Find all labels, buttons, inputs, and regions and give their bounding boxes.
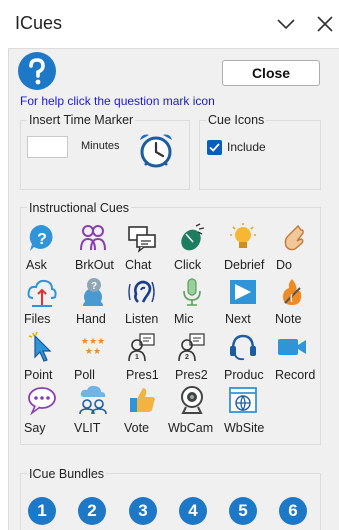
cue-label-produc: Produc: [224, 368, 264, 382]
checkmark-icon: [209, 143, 220, 152]
raise-hand-icon[interactable]: ?: [77, 276, 109, 308]
poll-stars-icon[interactable]: ★★★ ★★: [77, 331, 109, 363]
files-icon[interactable]: [26, 276, 58, 308]
vlit-icon[interactable]: [77, 384, 109, 416]
window-title: ICues: [15, 13, 63, 33]
cue-label-ask: Ask: [26, 258, 47, 272]
next-icon[interactable]: [227, 276, 259, 308]
bundle-4-button[interactable]: 4: [179, 497, 207, 525]
cue-label-wbsite: WbSite: [224, 421, 265, 435]
cue-label-chat: Chat: [125, 258, 152, 272]
svg-text:2: 2: [185, 354, 189, 361]
icue-bundles-group: [20, 473, 321, 530]
close-button[interactable]: Close: [222, 60, 320, 86]
cue-label-note: Note: [275, 312, 302, 326]
cue-label-listen: Listen: [125, 312, 159, 326]
cue-label-click: Click: [174, 258, 202, 272]
note-icon[interactable]: [276, 276, 308, 308]
ask-icon[interactable]: ?: [26, 222, 58, 254]
bundle-1-button[interactable]: 1: [28, 497, 56, 525]
cue-label-pres2: Pres2: [175, 368, 208, 382]
svg-text:?: ?: [91, 281, 97, 292]
cue-label-wbcam: WbCam: [168, 421, 214, 435]
svg-text:★★: ★★: [85, 347, 101, 357]
hand-pointing-icon[interactable]: [276, 222, 308, 254]
cue-label-next: Next: [225, 312, 251, 326]
chevron-down-icon[interactable]: [276, 14, 296, 34]
website-icon[interactable]: [227, 384, 259, 416]
presenter-2-icon[interactable]: 2: [176, 331, 208, 363]
microphone-icon[interactable]: [176, 276, 208, 308]
include-checkbox[interactable]: [207, 140, 222, 155]
breakout-icon[interactable]: [77, 222, 109, 254]
presenter-1-icon[interactable]: 1: [126, 331, 158, 363]
cue-icons-title: Cue Icons: [206, 113, 267, 127]
cue-label-hand: Hand: [76, 312, 106, 326]
chat-icon[interactable]: [126, 222, 158, 254]
minutes-label: Minutes: [81, 140, 120, 152]
webcam-icon[interactable]: [176, 384, 208, 416]
ear-icon[interactable]: [126, 276, 158, 308]
mouse-click-icon[interactable]: [176, 222, 208, 254]
bundle-6-button[interactable]: 6: [279, 497, 307, 525]
headset-icon[interactable]: [227, 331, 259, 363]
lightbulb-icon[interactable]: [227, 222, 259, 254]
video-camera-icon[interactable]: [276, 331, 308, 363]
cue-label-vlit: VLIT: [74, 421, 101, 435]
icue-bundles-title: ICue Bundles: [27, 467, 107, 481]
pointer-icon[interactable]: [26, 331, 58, 363]
cue-label-point: Point: [24, 368, 53, 382]
help-hint-text: For help click the question mark icon: [20, 94, 215, 108]
cue-label-mic: Mic: [174, 312, 194, 326]
include-label: Include: [227, 140, 266, 154]
cue-label-files: Files: [24, 312, 51, 326]
bundle-2-button[interactable]: 2: [78, 497, 106, 525]
speech-bubble-icon[interactable]: [26, 384, 58, 416]
alarm-clock-icon[interactable]: [136, 130, 176, 170]
cue-label-brkout: BrkOut: [75, 258, 114, 272]
cue-label-do: Do: [276, 258, 292, 272]
bundle-5-button[interactable]: 5: [229, 497, 257, 525]
cue-label-say: Say: [24, 421, 46, 435]
cue-label-record: Record: [275, 368, 316, 382]
instructional-cues-title: Instructional Cues: [27, 201, 132, 215]
bundle-3-button[interactable]: 3: [129, 497, 157, 525]
title-bar: ICues: [0, 0, 339, 48]
close-icon[interactable]: [315, 14, 335, 34]
cue-label-vote: Vote: [124, 421, 150, 435]
help-question-icon[interactable]: [17, 51, 57, 91]
svg-text:★★★: ★★★: [81, 337, 105, 347]
cue-label-debrief: Debrief: [224, 258, 265, 272]
time-marker-title: Insert Time Marker: [27, 113, 136, 127]
cue-label-pres1: Pres1: [126, 368, 159, 382]
svg-text:1: 1: [135, 354, 139, 361]
cue-label-poll: Poll: [74, 368, 95, 382]
thumbs-up-icon[interactable]: [126, 384, 158, 416]
minutes-input[interactable]: [27, 136, 68, 158]
svg-text:?: ?: [37, 231, 47, 248]
